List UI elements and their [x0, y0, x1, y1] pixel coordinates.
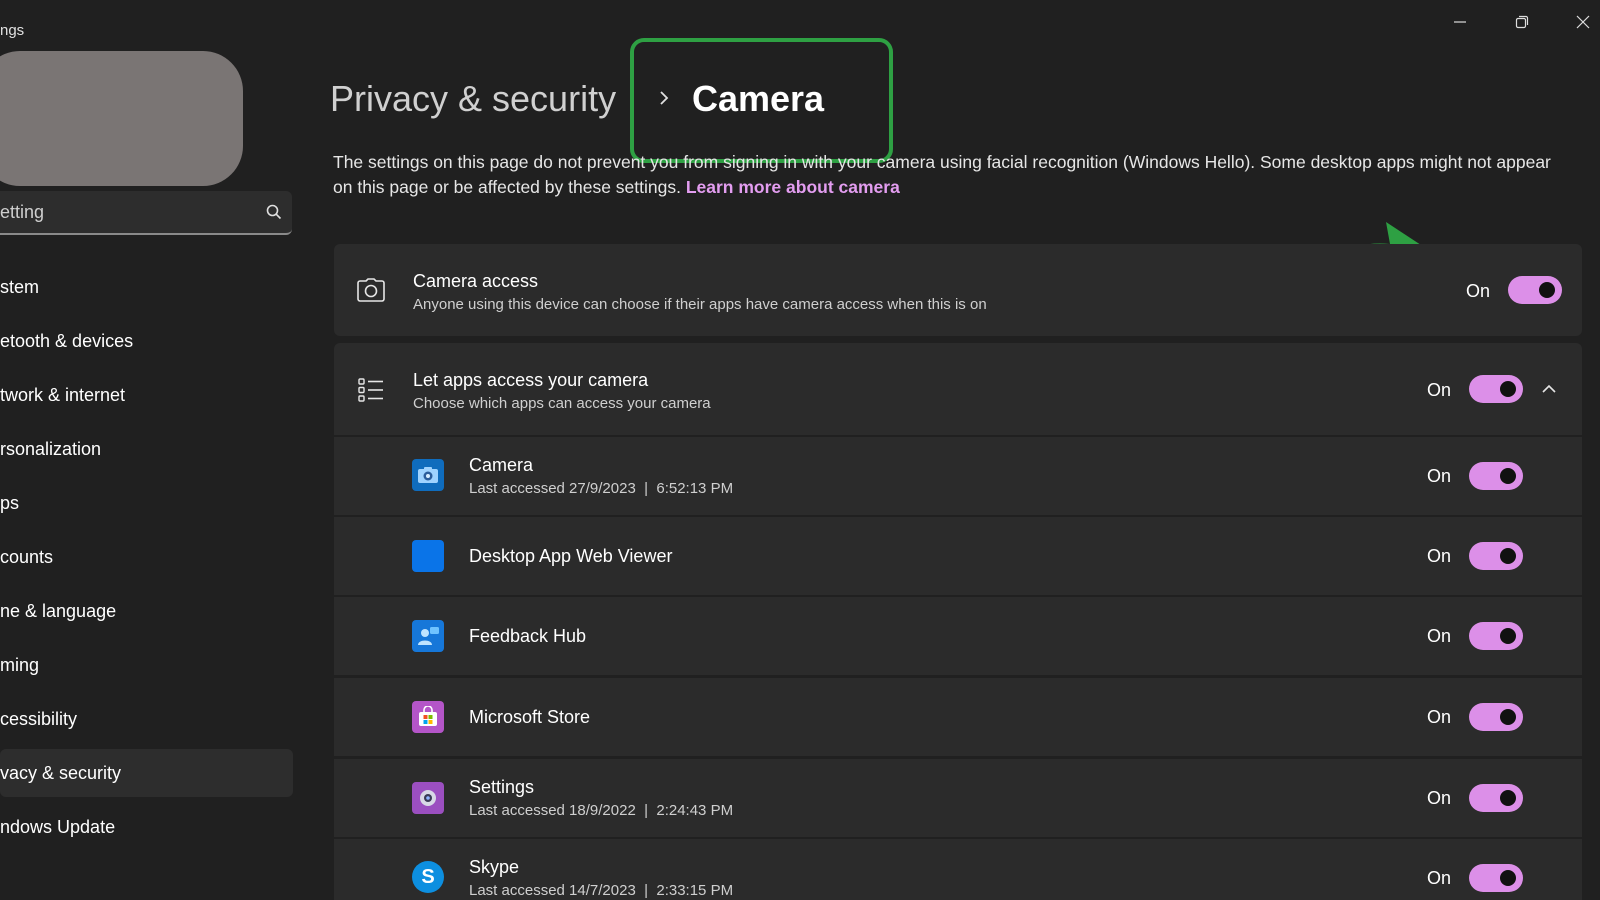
- store-app-icon: [412, 701, 444, 733]
- sidebar-item-gaming[interactable]: ming: [0, 641, 293, 689]
- page-title: Camera: [692, 78, 825, 119]
- feedback-hub-app-icon: [412, 620, 444, 652]
- page-description: The settings on this page do not prevent…: [333, 150, 1563, 200]
- app-row: Desktop App Web Viewer On: [334, 517, 1582, 595]
- app-title: ngs: [0, 22, 25, 39]
- app-name: Skype: [469, 857, 520, 877]
- description-text: The settings on this page do not prevent…: [333, 152, 1551, 197]
- sidebar-item-system[interactable]: stem: [0, 263, 293, 311]
- web-viewer-app-toggle[interactable]: [1469, 542, 1523, 570]
- toggle-knob: [1500, 381, 1516, 397]
- app-name: Settings: [469, 777, 535, 797]
- app-last-accessed: Last accessed 18/9/2022 | 2:24:43 PM: [469, 802, 734, 819]
- search-input[interactable]: [0, 201, 256, 223]
- app-state: On: [1427, 626, 1452, 646]
- app-last-accessed: Last accessed 27/9/2023 | 6:52:13 PM: [469, 480, 734, 497]
- chevron-up-icon[interactable]: [1539, 379, 1559, 399]
- chevron-right-icon: [657, 88, 671, 108]
- learn-more-link[interactable]: Learn more about camera: [686, 177, 900, 197]
- toggle-knob: [1500, 468, 1516, 484]
- store-app-toggle[interactable]: [1469, 703, 1523, 731]
- app-name: Microsoft Store: [469, 707, 591, 727]
- toggle-knob: [1500, 870, 1516, 886]
- sidebar-item-apps[interactable]: ps: [0, 479, 293, 527]
- app-name: Desktop App Web Viewer: [469, 546, 673, 566]
- camera-access-toggle[interactable]: [1508, 276, 1562, 304]
- camera-access-title: Camera access: [413, 271, 539, 291]
- settings-app-toggle[interactable]: [1469, 784, 1523, 812]
- feedback-hub-app-toggle[interactable]: [1469, 622, 1523, 650]
- close-icon[interactable]: [1563, 10, 1600, 34]
- app-row: Microsoft Store On: [334, 678, 1582, 756]
- app-state: On: [1427, 466, 1452, 486]
- toggle-knob: [1500, 548, 1516, 564]
- camera-access-subtitle: Anyone using this device can choose if t…: [413, 296, 987, 313]
- app-row: S Skype Last accessed 14/7/2023 | 2:33:1…: [334, 839, 1582, 900]
- let-apps-toggle[interactable]: [1469, 375, 1523, 403]
- app-row: Settings Last accessed 18/9/2022 | 2:24:…: [334, 759, 1582, 837]
- app-last-accessed: Last accessed 14/7/2023 | 2:33:15 PM: [469, 882, 734, 899]
- search-field[interactable]: [0, 191, 292, 235]
- app-state: On: [1427, 788, 1452, 808]
- app-state: On: [1427, 707, 1452, 727]
- app-row: Feedback Hub On: [334, 597, 1582, 675]
- sidebar-nav: stem etooth & devices twork & internet r…: [0, 263, 293, 857]
- minimize-icon[interactable]: [1440, 10, 1480, 34]
- toggle-knob: [1500, 628, 1516, 644]
- sidebar-item-network[interactable]: twork & internet: [0, 371, 293, 419]
- avatar[interactable]: [0, 51, 243, 186]
- sidebar-item-accessibility[interactable]: cessibility: [0, 695, 293, 743]
- skype-app-toggle[interactable]: [1469, 864, 1523, 892]
- skype-letter: S: [421, 865, 435, 888]
- sidebar-item-accounts[interactable]: counts: [0, 533, 293, 581]
- let-apps-subtitle: Choose which apps can access your camera: [413, 395, 711, 412]
- toggle-knob: [1500, 790, 1516, 806]
- sidebar-item-privacy-security[interactable]: vacy & security: [0, 749, 293, 797]
- camera-app-toggle[interactable]: [1469, 462, 1523, 490]
- skype-app-icon: S: [412, 861, 444, 893]
- web-viewer-app-icon: [412, 540, 444, 572]
- app-state: On: [1427, 546, 1452, 566]
- app-state: On: [1427, 868, 1452, 888]
- list-icon: [356, 375, 386, 405]
- settings-app-icon: [412, 782, 444, 814]
- camera-access-state: On: [1466, 281, 1491, 301]
- let-apps-state: On: [1427, 380, 1452, 400]
- app-row: Camera Last accessed 27/9/2023 | 6:52:13…: [334, 437, 1582, 515]
- sidebar-item-bluetooth[interactable]: etooth & devices: [0, 317, 293, 365]
- camera-access-card: Camera access Anyone using this device c…: [334, 244, 1582, 336]
- toggle-knob: [1539, 282, 1555, 298]
- toggle-knob: [1500, 709, 1516, 725]
- app-name: Camera: [469, 455, 534, 475]
- camera-app-icon: [412, 459, 444, 491]
- sidebar-item-personalization[interactable]: rsonalization: [0, 425, 293, 473]
- breadcrumb-parent[interactable]: Privacy & security: [330, 78, 616, 120]
- app-name: Feedback Hub: [469, 626, 587, 646]
- camera-icon: [356, 275, 386, 305]
- let-apps-card[interactable]: Let apps access your camera Choose which…: [334, 343, 1582, 435]
- sidebar-item-windows-update[interactable]: ndows Update: [0, 803, 293, 851]
- restore-icon[interactable]: [1502, 10, 1542, 34]
- let-apps-title: Let apps access your camera: [413, 370, 649, 390]
- sidebar-item-time-language[interactable]: ne & language: [0, 587, 293, 635]
- search-icon[interactable]: [256, 204, 292, 220]
